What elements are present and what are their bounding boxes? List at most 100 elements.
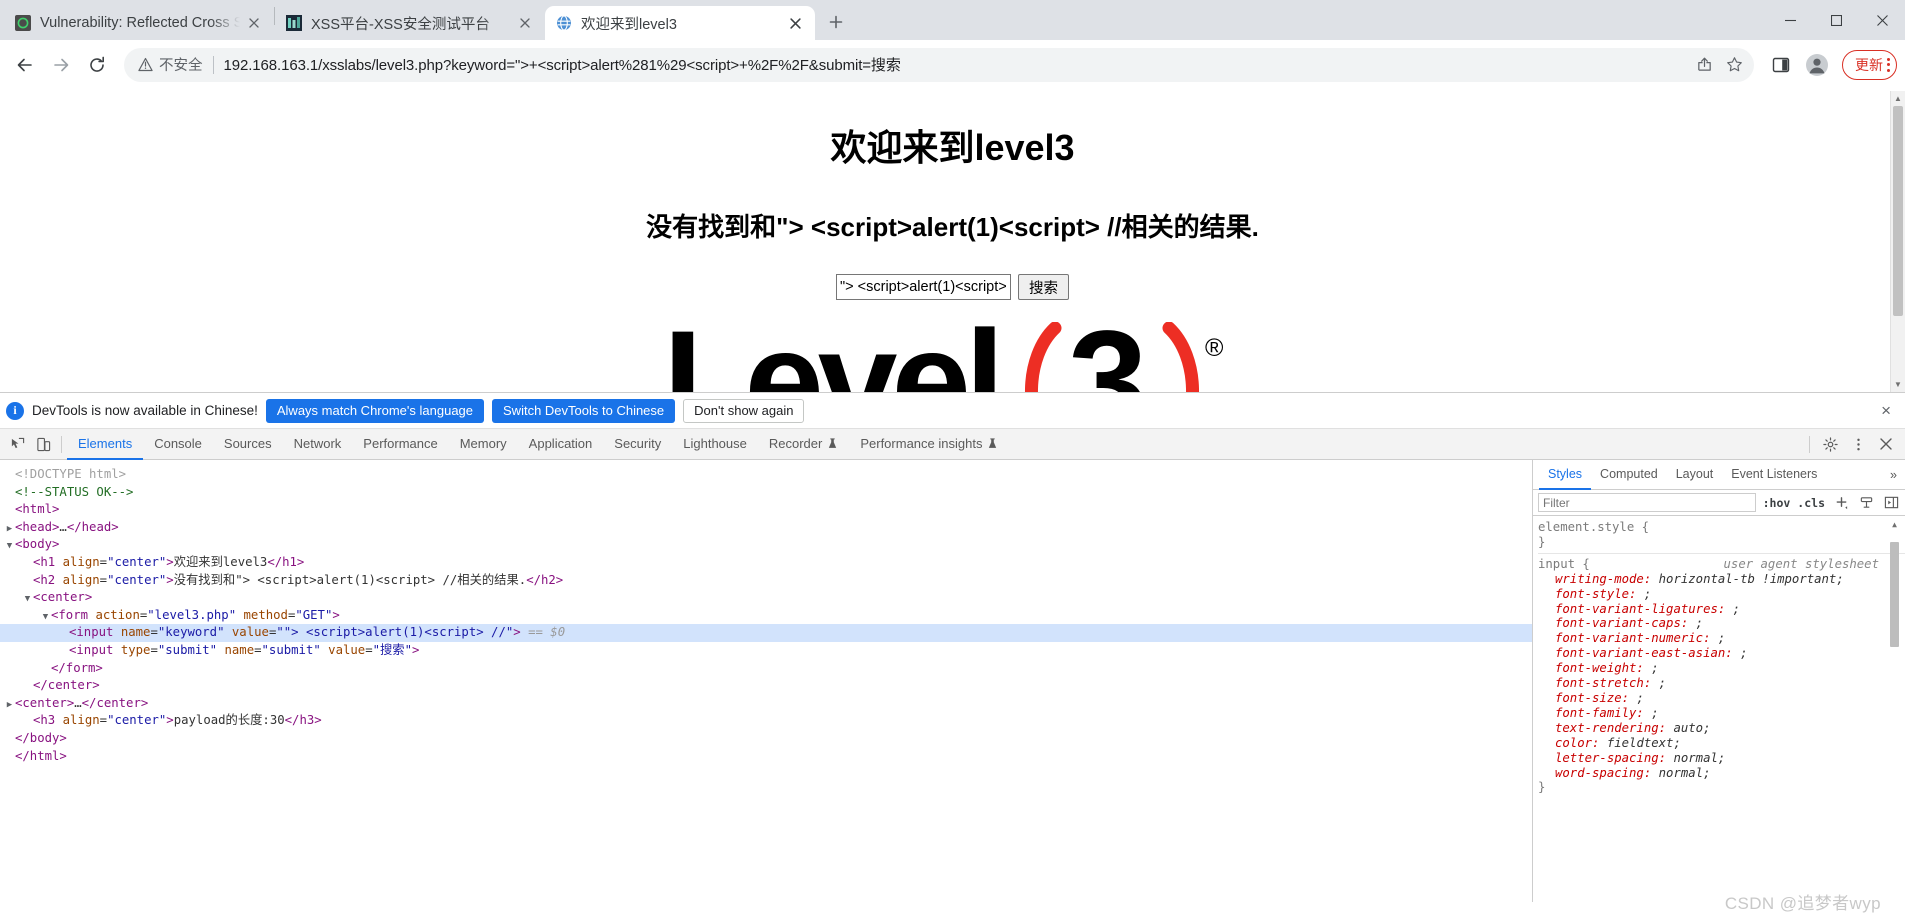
style-declaration[interactable]: text-rendering: auto; [1538,721,1905,736]
switch-devtools-language-button[interactable]: Switch DevTools to Chinese [492,398,676,423]
page-scrollbar[interactable]: ▲ ▼ [1890,91,1905,392]
dom-node-line[interactable]: </form> [0,660,1532,678]
style-rule[interactable]: element.style {} [1538,520,1905,554]
style-declaration-value[interactable]: fieldtext; [1599,736,1681,750]
tab-layout[interactable]: Layout [1667,460,1723,490]
style-declaration[interactable]: font-family: ; [1538,706,1905,721]
address-bar[interactable]: 不安全 192.168.163.1/xsslabs/level3.php?key… [124,47,1754,82]
scrollbar-thumb[interactable] [1893,106,1903,316]
new-tab-button[interactable] [821,7,851,37]
dom-node-line[interactable]: ▶ <head>…</head> [0,519,1532,537]
dom-node-line[interactable]: <input name="keyword" value=""> <script>… [0,624,1532,642]
style-declaration-value[interactable]: ; [1636,587,1651,601]
disclosure-triangle-icon[interactable]: ▶ [4,697,15,715]
star-icon[interactable] [1720,51,1748,79]
dom-node-line[interactable]: <!DOCTYPE html> [0,466,1532,484]
device-toolbar-icon[interactable] [30,431,56,457]
minimize-icon[interactable] [1767,0,1813,40]
banner-close-icon[interactable]: × [1877,401,1895,421]
new-style-rule-icon[interactable] [1832,494,1850,512]
style-declaration-value[interactable]: ; [1651,676,1666,690]
style-declaration-value[interactable]: auto; [1666,721,1710,735]
tab-sources[interactable]: Sources [213,429,283,460]
cls-toggle[interactable]: .cls [1797,496,1825,510]
styles-filter-input[interactable] [1538,493,1756,512]
dom-node-line[interactable]: </html> [0,748,1532,766]
tab-styles[interactable]: Styles [1539,460,1592,490]
tab-application[interactable]: Application [518,429,604,460]
style-declaration-value[interactable]: normal; [1651,766,1711,780]
style-declaration[interactable]: font-style: ; [1538,587,1905,602]
always-match-language-button[interactable]: Always match Chrome's language [265,398,485,423]
dont-show-again-button[interactable]: Don't show again [683,398,805,423]
style-declaration[interactable]: font-weight: ; [1538,661,1905,676]
browser-tab-3[interactable]: 欢迎来到level3 [545,6,815,40]
style-declaration-value[interactable]: ; [1644,661,1658,675]
disclosure-triangle-icon[interactable]: ▼ [40,609,51,627]
maximize-icon[interactable] [1813,0,1859,40]
styles-scrollbar-thumb[interactable] [1890,542,1899,647]
dom-tree-pane[interactable]: <!DOCTYPE html> <!--STATUS OK--> <html> ▶ <h… [0,460,1532,902]
dom-node-line[interactable]: ▼ <form action="level3.php" method="GET"> [0,607,1532,625]
forward-arrow-icon[interactable] [44,48,78,82]
dom-node-line[interactable]: ▼ <body> [0,536,1532,554]
dom-node-line[interactable]: ▼ <center> [0,589,1532,607]
hov-toggle[interactable]: :hov [1763,496,1791,510]
browser-tab-2-close-icon[interactable] [515,13,535,33]
style-declaration-value[interactable]: ; [1629,691,1643,705]
style-declaration-value[interactable]: ; [1725,602,1740,616]
style-declaration[interactable]: writing-mode: horizontal-tb !important; [1538,572,1905,587]
update-button[interactable]: 更新 [1842,49,1897,80]
disclosure-triangle-icon[interactable]: ▼ [4,538,15,556]
browser-tab-3-close-icon[interactable] [785,13,805,33]
share-icon[interactable] [1690,51,1718,79]
dom-node-line[interactable]: <html> [0,501,1532,519]
tab-elements[interactable]: Elements [67,429,144,460]
computed-styles-sidebar-icon[interactable] [1857,494,1875,512]
inspect-element-icon[interactable] [4,431,30,457]
dom-node-line[interactable]: ▶ <center>…</center> [0,695,1532,713]
tab-performance-insights[interactable]: Performance insights [849,429,1009,460]
reload-icon[interactable] [80,48,114,82]
style-rule-selector[interactable]: element.style { [1538,520,1905,535]
dom-node-line[interactable]: </body> [0,730,1532,748]
scroll-up-arrow-icon[interactable]: ▲ [1891,91,1905,106]
side-panel-icon[interactable] [1764,48,1798,82]
tab-event-listeners[interactable]: Event Listeners [1722,460,1826,490]
tab-lighthouse[interactable]: Lighthouse [672,429,758,460]
style-rule[interactable]: input {user agent stylesheet writing-mode… [1538,557,1905,796]
security-warning[interactable]: 不安全 [138,54,203,75]
style-declaration[interactable]: font-size: ; [1538,691,1905,706]
back-arrow-icon[interactable] [8,48,42,82]
style-declaration[interactable]: font-variant-ligatures: ; [1538,602,1905,617]
tab-console[interactable]: Console [143,429,213,460]
style-declaration[interactable]: word-spacing: normal; [1538,766,1905,781]
gear-icon[interactable] [1817,431,1843,457]
close-icon[interactable] [1859,0,1905,40]
styles-scroll-up-icon[interactable]: ▲ [1890,518,1899,533]
style-declaration[interactable]: font-variant-east-asian: ; [1538,646,1905,661]
browser-tab-1-close-icon[interactable] [244,13,264,33]
devtools-more-menu-icon[interactable] [1845,431,1871,457]
style-rule-selector[interactable]: input {user agent stylesheet [1538,557,1905,572]
search-input[interactable] [836,274,1011,300]
tab-recorder[interactable]: Recorder [758,429,849,460]
toggle-sidebar-icon[interactable] [1882,494,1900,512]
search-submit-button[interactable] [1018,274,1069,300]
style-declaration[interactable]: letter-spacing: normal; [1538,751,1905,766]
style-declaration-value[interactable]: ; [1733,646,1747,660]
dom-node-line[interactable]: <h2 align="center">没有找到和"> <script>alert… [0,572,1532,590]
tab-network[interactable]: Network [283,429,353,460]
scroll-down-arrow-icon[interactable]: ▼ [1891,377,1905,392]
styles-scrollbar[interactable]: ▲ [1890,516,1899,902]
style-declaration[interactable]: font-variant-numeric: ; [1538,631,1905,646]
tab-performance[interactable]: Performance [352,429,448,460]
dom-node-line[interactable]: <h3 align="center">payload的长度:30</h3> [0,712,1532,730]
style-declaration-value[interactable]: ; [1644,706,1658,720]
style-declaration-value[interactable]: ; [1710,631,1725,645]
url-text[interactable]: 192.168.163.1/xsslabs/level3.php?keyword… [224,54,1691,75]
styles-rules-list[interactable]: ▲ element.style {} input {user agent styl… [1533,516,1905,902]
styles-more-tabs-icon[interactable]: » [1882,468,1905,482]
style-declaration[interactable]: color: fieldtext; [1538,736,1905,751]
browser-tab-1[interactable]: Vulnerability: Reflected Cross S [4,6,274,40]
